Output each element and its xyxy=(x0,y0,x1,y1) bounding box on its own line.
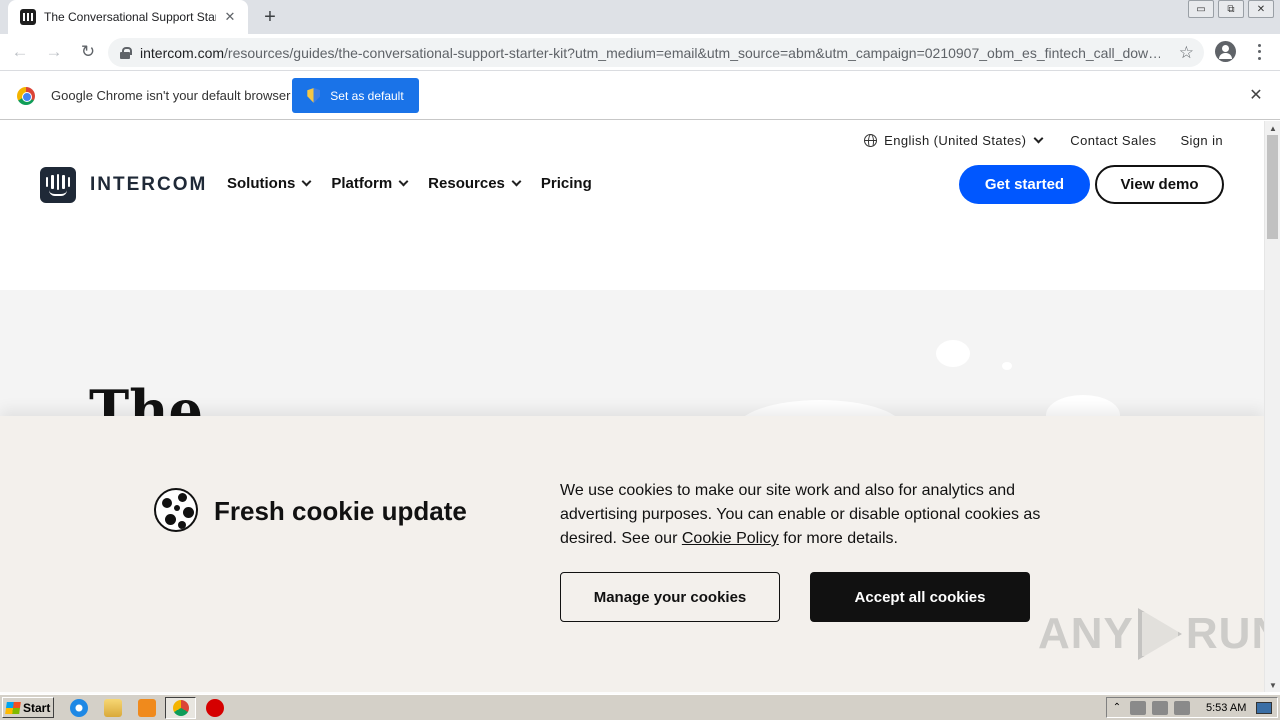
nav-resources[interactable]: Resources xyxy=(428,175,522,192)
infobar-close-icon[interactable]: ✕ xyxy=(1248,86,1264,104)
infobar-message: Google Chrome isn't your default browser xyxy=(51,88,291,103)
intercom-logo-icon xyxy=(40,167,76,203)
cookie-policy-link[interactable]: Cookie Policy xyxy=(682,530,779,547)
cookie-icon xyxy=(154,488,198,532)
internet-explorer-icon[interactable] xyxy=(70,699,88,717)
nav-platform[interactable]: Platform xyxy=(331,175,409,192)
media-player-icon[interactable] xyxy=(138,699,156,717)
address-bar[interactable]: intercom.com/resources/guides/the-conver… xyxy=(108,38,1204,67)
bookmark-star-icon[interactable]: ☆ xyxy=(1179,43,1194,63)
page-scrollbar[interactable]: ▲ ▼ xyxy=(1264,121,1280,692)
decorative-bubble xyxy=(1002,362,1012,370)
watermark-left: ANY xyxy=(1038,609,1134,658)
default-browser-infobar: Google Chrome isn't your default browser… xyxy=(0,72,1280,120)
url-path: /resources/guides/the-conversational-sup… xyxy=(224,44,1160,61)
nav-solutions[interactable]: Solutions xyxy=(227,175,312,192)
nav-label: Resources xyxy=(428,175,505,192)
language-selector[interactable]: English (United States) xyxy=(864,133,1044,148)
restore-button[interactable]: ⧉ xyxy=(1218,0,1244,18)
decorative-bubble xyxy=(936,340,970,367)
scroll-thumb[interactable] xyxy=(1267,135,1278,239)
chrome-menu-icon[interactable] xyxy=(1252,42,1266,62)
new-tab-button[interactable]: + xyxy=(258,6,282,28)
browser-tab[interactable]: The Conversational Support Starter ✕ xyxy=(8,0,248,34)
intercom-logo[interactable]: INTERCOM xyxy=(40,167,207,203)
browser-tab-strip: The Conversational Support Starter ✕ + ▭… xyxy=(0,0,1280,34)
contact-sales-link[interactable]: Contact Sales xyxy=(1070,133,1156,148)
accept-all-cookies-button[interactable]: Accept all cookies xyxy=(810,572,1030,622)
network-icon[interactable] xyxy=(1152,700,1168,715)
set-as-default-label: Set as default xyxy=(330,88,404,103)
forward-button[interactable]: → xyxy=(40,38,68,66)
url-text[interactable]: intercom.com/resources/guides/the-conver… xyxy=(140,45,1160,61)
nav-pricing[interactable]: Pricing xyxy=(541,175,592,192)
main-nav: Solutions Platform Resources Pricing xyxy=(227,175,613,192)
lock-icon[interactable] xyxy=(120,46,132,59)
globe-icon xyxy=(864,134,878,147)
manage-cookies-button[interactable]: Manage your cookies xyxy=(560,572,780,622)
profile-icon[interactable] xyxy=(1215,41,1236,62)
get-started-button[interactable]: Get started xyxy=(959,165,1090,204)
set-as-default-button[interactable]: Set as default xyxy=(292,78,419,113)
chrome-logo-icon xyxy=(17,87,35,105)
play-icon xyxy=(1137,608,1182,660)
nav-label: Pricing xyxy=(540,175,592,192)
tab-title: The Conversational Support Starter xyxy=(44,10,216,24)
logo-wordmark: INTERCOM xyxy=(90,174,208,195)
back-button[interactable]: ← xyxy=(6,38,34,66)
reload-button[interactable]: ↻ xyxy=(74,38,102,66)
intercom-favicon-icon xyxy=(20,9,36,25)
browser-toolbar: ← → ↻ intercom.com/resources/guides/the-… xyxy=(0,34,1280,71)
clock[interactable]: 5:53 AM xyxy=(1206,702,1246,714)
chevron-down-icon xyxy=(398,176,409,187)
opera-icon[interactable] xyxy=(206,699,224,717)
chevron-down-icon xyxy=(301,176,312,187)
chrome-taskbar-button[interactable] xyxy=(165,697,196,719)
start-button[interactable]: Start xyxy=(2,697,54,718)
nav-label: Platform xyxy=(331,175,393,192)
action-center-flag-icon[interactable] xyxy=(1174,700,1190,715)
chevron-down-icon xyxy=(511,176,522,187)
start-label: Start xyxy=(23,700,51,715)
url-host: intercom.com xyxy=(140,44,225,61)
windows-taskbar: Start ⌃ 5:53 AM xyxy=(0,694,1280,720)
show-desktop-icon[interactable] xyxy=(1256,701,1273,714)
window-controls: ▭ ⧉ ✕ xyxy=(1184,0,1274,18)
scroll-up-icon[interactable]: ▲ xyxy=(1265,121,1280,135)
sign-in-link[interactable]: Sign in xyxy=(1180,133,1223,148)
tray-expand-icon[interactable]: ⌃ xyxy=(1110,702,1124,713)
windows-logo-icon xyxy=(5,701,21,714)
system-tray: ⌃ 5:53 AM xyxy=(1106,697,1278,718)
chevron-down-icon xyxy=(1033,133,1044,144)
utility-nav: English (United States) Contact Sales Si… xyxy=(864,133,1223,148)
scroll-down-icon[interactable]: ▼ xyxy=(1265,678,1280,692)
cookie-banner-title: Fresh cookie update xyxy=(214,496,467,526)
volume-icon[interactable] xyxy=(1130,700,1146,715)
uac-shield-icon xyxy=(307,88,321,103)
nav-label: Solutions xyxy=(227,175,296,192)
view-demo-button[interactable]: View demo xyxy=(1095,165,1224,204)
minimize-button[interactable]: ▭ xyxy=(1188,0,1214,18)
file-explorer-icon[interactable] xyxy=(104,699,122,717)
window-close-button[interactable]: ✕ xyxy=(1248,0,1274,18)
cookie-text-after: for more details. xyxy=(778,530,898,547)
cookie-banner-text: We use cookies to make our site work and… xyxy=(560,479,1080,551)
chrome-icon xyxy=(173,700,189,716)
anyrun-watermark: ANY RUN xyxy=(1038,608,1280,660)
tab-close-icon[interactable]: ✕ xyxy=(222,9,238,25)
language-label: English (United States) xyxy=(884,133,1027,148)
